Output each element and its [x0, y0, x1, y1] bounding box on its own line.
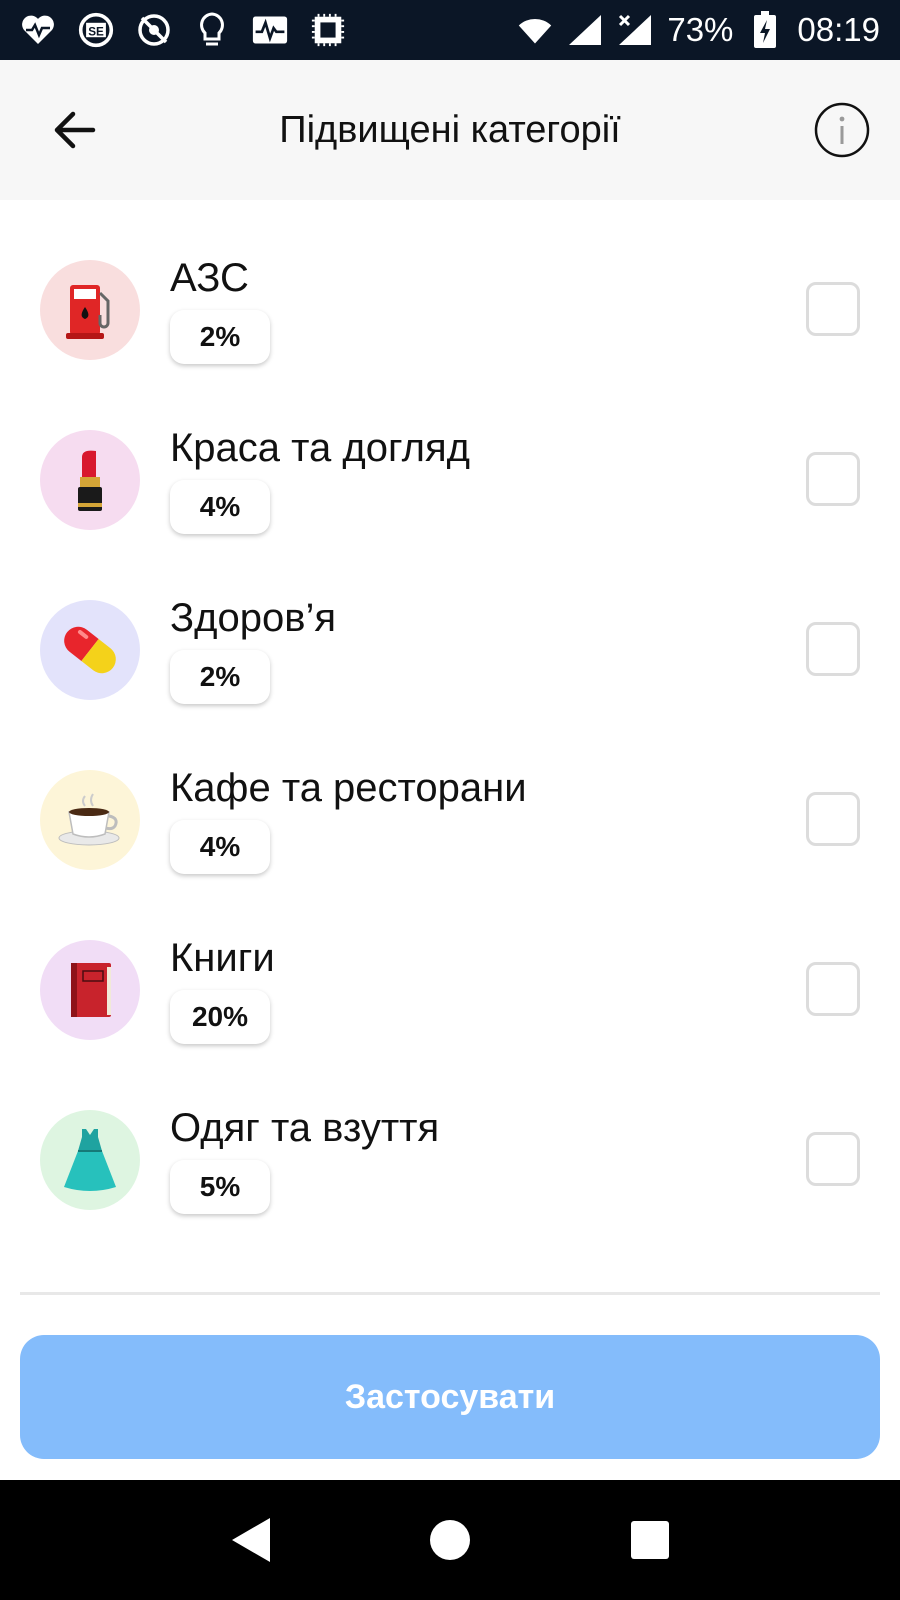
- category-icon-circle: [40, 1110, 140, 1210]
- category-name: Одяг та взуття: [170, 1106, 440, 1150]
- category-name: Книги: [170, 936, 275, 980]
- category-icon-circle: [40, 770, 140, 870]
- nav-home-icon: [430, 1520, 470, 1560]
- cashback-rate-badge: 2%: [170, 310, 270, 364]
- apply-button[interactable]: Застосувати: [20, 1335, 880, 1459]
- dress-icon: [64, 1129, 116, 1191]
- pill-icon: [64, 626, 116, 674]
- se-app-icon: SE: [78, 12, 114, 48]
- info-button[interactable]: [814, 102, 870, 158]
- battery-charging-icon: [747, 11, 783, 48]
- cashback-rate-badge: 2%: [170, 650, 270, 704]
- category-name: Кафе та ресторани: [170, 766, 527, 810]
- battery-percent: 73%: [667, 11, 734, 48]
- clock-time: 08:19: [797, 11, 880, 48]
- nav-back-button[interactable]: [220, 1510, 280, 1570]
- cashback-rate-badge: 20%: [170, 990, 270, 1044]
- category-row[interactable]: Одяг та взуття 5%: [0, 1050, 900, 1220]
- cashback-rate-badge: 4%: [170, 820, 270, 874]
- no-location-icon: [136, 12, 172, 48]
- svg-text:SE: SE: [88, 25, 104, 38]
- category-icon-circle: [40, 430, 140, 530]
- info-icon: [814, 102, 870, 158]
- chip-icon: [310, 12, 346, 48]
- system-nav-bar: [0, 1480, 900, 1600]
- category-checkbox[interactable]: [806, 452, 860, 506]
- category-name: Здоров’я: [170, 596, 337, 640]
- coffee-cup-icon: [58, 793, 120, 846]
- status-system-icons: 73% 08:19: [517, 11, 880, 49]
- page-title: Підвищені категорії: [279, 108, 621, 151]
- divider: [20, 1292, 880, 1295]
- category-row[interactable]: Кафе та ресторани 4%: [0, 710, 900, 880]
- category-checkbox[interactable]: [806, 962, 860, 1016]
- arrow-left-icon: [54, 111, 96, 149]
- fuel-pump-icon: [66, 285, 110, 339]
- heart-rate-icon: [20, 12, 56, 48]
- category-row[interactable]: Книги 20%: [0, 880, 900, 1050]
- category-row[interactable]: Краса та догляд 4%: [0, 370, 900, 540]
- pulse-monitor-icon: [252, 12, 288, 48]
- nav-recents-icon: [631, 1521, 669, 1559]
- app-header: Підвищені категорії: [0, 60, 900, 200]
- category-name: Краса та догляд: [170, 426, 471, 470]
- category-checkbox[interactable]: [806, 282, 860, 336]
- category-checkbox[interactable]: [806, 1132, 860, 1186]
- status-bar: SE 73% 08:19: [0, 0, 900, 60]
- category-icon-circle: [40, 600, 140, 700]
- wifi-icon: [517, 12, 553, 48]
- category-icon-circle: [40, 940, 140, 1040]
- signal-x-icon: [617, 12, 653, 48]
- category-name: АЗС: [170, 256, 249, 300]
- category-row[interactable]: АЗС 2%: [0, 200, 900, 370]
- cashback-rate-badge: 5%: [170, 1160, 270, 1214]
- nav-recents-button[interactable]: [620, 1510, 680, 1570]
- nav-home-button[interactable]: [420, 1510, 480, 1570]
- status-notification-icons: SE: [20, 12, 346, 48]
- lipstick-icon: [78, 450, 102, 511]
- book-icon: [71, 963, 111, 1017]
- category-list: АЗС 2% Краса та догляд 4% Здоров’я 2% Ка…: [0, 200, 900, 1220]
- category-icon-circle: [40, 260, 140, 360]
- category-checkbox[interactable]: [806, 792, 860, 846]
- category-row[interactable]: Здоров’я 2%: [0, 540, 900, 710]
- category-checkbox[interactable]: [806, 622, 860, 676]
- cashback-rate-badge: 4%: [170, 480, 270, 534]
- nav-back-icon: [232, 1518, 270, 1562]
- lightbulb-icon: [194, 12, 230, 48]
- signal-icon: [567, 12, 603, 48]
- back-button[interactable]: [44, 100, 104, 160]
